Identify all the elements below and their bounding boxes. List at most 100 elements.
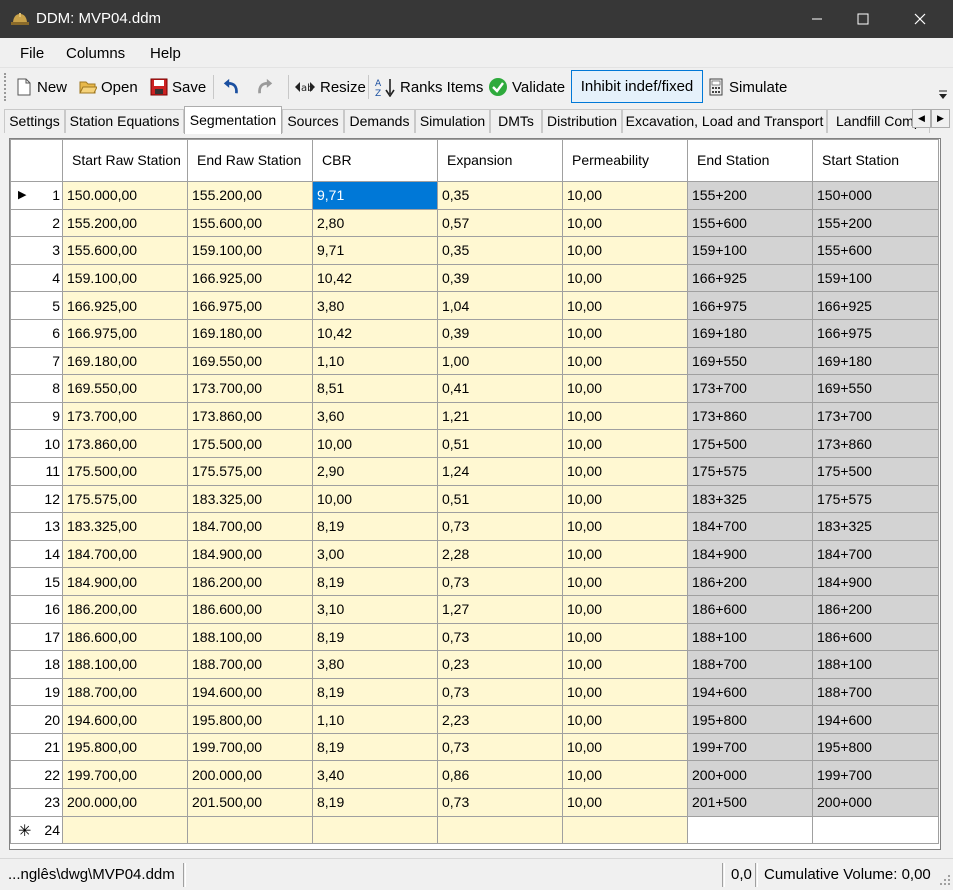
tab-simulation[interactable]: Simulation xyxy=(415,109,490,133)
minimize-button[interactable] xyxy=(794,0,840,38)
row-header-cell[interactable]: 15 xyxy=(10,567,63,596)
cell-cbr[interactable]: 3,00 xyxy=(312,539,438,569)
cell-cbr[interactable]: 1,10 xyxy=(312,705,438,734)
cell-start-raw-station[interactable]: 200.000,00 xyxy=(62,788,188,817)
cell-end-raw-station[interactable]: 166.925,00 xyxy=(187,263,313,293)
cell-cbr[interactable]: 8,19 xyxy=(312,567,438,596)
table-row[interactable]: 4 159.100,00 166.925,00 10,42 0,39 10,00 166+9… xyxy=(10,263,939,293)
cell-permeability[interactable]: 10,00 xyxy=(562,677,688,707)
cell-start-raw-station[interactable]: 166.925,00 xyxy=(62,291,188,320)
cell-permeability[interactable]: 10,00 xyxy=(562,181,688,210)
cell-permeability[interactable]: 10,00 xyxy=(562,429,688,458)
cell-expansion[interactable]: 0,73 xyxy=(437,788,563,817)
cell-expansion[interactable] xyxy=(437,815,563,845)
table-row[interactable]: 20 194.600,00 195.800,00 1,10 2,23 10,00 195+8… xyxy=(10,705,939,734)
column-header-end-raw-station[interactable]: End Raw Station xyxy=(187,139,313,182)
tab-scroll-left-button[interactable]: ◀ xyxy=(912,109,931,128)
menu-file[interactable]: File xyxy=(20,45,44,62)
row-header-cell[interactable]: 6 xyxy=(10,318,63,348)
tab-settings[interactable]: Settings xyxy=(4,109,65,133)
menu-help[interactable]: Help xyxy=(150,45,181,62)
cell-cbr[interactable]: 8,19 xyxy=(312,677,438,707)
cell-expansion[interactable]: 2,23 xyxy=(437,705,563,734)
row-header-cell[interactable]: 7 xyxy=(10,346,63,376)
cell-expansion[interactable]: 0,73 xyxy=(437,567,563,596)
cell-end-raw-station[interactable]: 173.700,00 xyxy=(187,374,313,403)
cell-permeability[interactable]: 10,00 xyxy=(562,594,688,624)
cell-expansion[interactable]: 0,73 xyxy=(437,677,563,707)
cell-start-raw-station[interactable]: 184.900,00 xyxy=(62,567,188,596)
row-header-cell[interactable]: ✳ 24 xyxy=(10,815,63,845)
row-header-cell[interactable]: 23 xyxy=(10,788,63,817)
cell-cbr[interactable]: 10,00 xyxy=(312,429,438,458)
cell-cbr[interactable]: 8,19 xyxy=(312,788,438,817)
row-header-cell[interactable]: 9 xyxy=(10,401,63,431)
cell-start-raw-station[interactable]: 175.500,00 xyxy=(62,456,188,486)
cell-start-raw-station[interactable]: 184.700,00 xyxy=(62,539,188,569)
table-row[interactable]: 5 166.925,00 166.975,00 3,80 1,04 10,00 166+97… xyxy=(10,291,939,320)
tab-dmts[interactable]: DMTs xyxy=(490,109,542,133)
cell-expansion[interactable]: 0,35 xyxy=(437,181,563,210)
cell-start-raw-station[interactable]: 159.100,00 xyxy=(62,263,188,293)
row-header-cell[interactable]: 18 xyxy=(10,650,63,679)
corner-header-cell[interactable] xyxy=(10,139,63,182)
cell-start-raw-station[interactable]: 194.600,00 xyxy=(62,705,188,734)
tab-scroll-right-button[interactable]: ▶ xyxy=(931,109,950,128)
cell-end-raw-station[interactable]: 155.200,00 xyxy=(187,181,313,210)
cell-permeability[interactable]: 10,00 xyxy=(562,732,688,762)
table-row[interactable]: 10 173.860,00 175.500,00 10,00 0,51 10,00 175+… xyxy=(10,429,939,458)
table-row[interactable]: 22 199.700,00 200.000,00 3,40 0,86 10,00 200+0… xyxy=(10,760,939,790)
cell-cbr[interactable]: 10,00 xyxy=(312,484,438,514)
cell-end-raw-station[interactable]: 186.600,00 xyxy=(187,594,313,624)
cell-permeability[interactable]: 10,00 xyxy=(562,484,688,514)
cell-expansion[interactable]: 1,27 xyxy=(437,594,563,624)
tab-distribution[interactable]: Distribution xyxy=(542,109,622,133)
cell-start-raw-station[interactable]: 199.700,00 xyxy=(62,760,188,790)
cell-permeability[interactable]: 10,00 xyxy=(562,622,688,652)
cell-end-raw-station[interactable]: 195.800,00 xyxy=(187,705,313,734)
table-row[interactable]: 16 186.200,00 186.600,00 3,10 1,27 10,00 186+6… xyxy=(10,594,939,624)
cell-cbr[interactable]: 3,80 xyxy=(312,650,438,679)
column-header-end-station[interactable]: End Station xyxy=(687,139,813,182)
cell-expansion[interactable]: 1,04 xyxy=(437,291,563,320)
table-row[interactable]: 18 188.100,00 188.700,00 3,80 0,23 10,00 188+7… xyxy=(10,650,939,679)
ranks-items-button[interactable]: AZ Ranks Items xyxy=(374,74,483,100)
cell-expansion[interactable]: 0,73 xyxy=(437,622,563,652)
simulate-button[interactable]: Simulate xyxy=(707,74,787,100)
row-header-cell[interactable]: 22 xyxy=(10,760,63,790)
undo-button[interactable] xyxy=(222,74,244,100)
cell-end-raw-station[interactable]: 175.575,00 xyxy=(187,456,313,486)
cell-cbr[interactable]: 2,80 xyxy=(312,208,438,238)
cell-expansion[interactable]: 0,51 xyxy=(437,429,563,458)
save-button[interactable]: Save xyxy=(150,74,206,100)
cell-end-raw-station[interactable] xyxy=(187,815,313,845)
row-header-cell[interactable]: 10 xyxy=(10,429,63,458)
cell-end-raw-station[interactable]: 186.200,00 xyxy=(187,567,313,596)
table-row[interactable]: 13 183.325,00 184.700,00 8,19 0,73 10,00 184+7… xyxy=(10,512,939,541)
cell-start-raw-station[interactable]: 186.200,00 xyxy=(62,594,188,624)
cell-cbr[interactable]: 8,19 xyxy=(312,622,438,652)
cell-end-raw-station[interactable]: 188.100,00 xyxy=(187,622,313,652)
cell-permeability[interactable]: 10,00 xyxy=(562,401,688,431)
new-button[interactable]: New xyxy=(15,74,67,100)
cell-end-raw-station[interactable]: 199.700,00 xyxy=(187,732,313,762)
resize-button[interactable]: ab Resize xyxy=(294,74,366,100)
cell-expansion[interactable]: 2,28 xyxy=(437,539,563,569)
cell-start-raw-station[interactable]: 169.550,00 xyxy=(62,374,188,403)
row-header-cell[interactable]: ▶ 1 xyxy=(10,181,63,210)
cell-cbr[interactable]: 10,42 xyxy=(312,263,438,293)
validate-button[interactable]: Validate xyxy=(488,74,565,100)
cell-permeability[interactable]: 10,00 xyxy=(562,236,688,265)
table-row[interactable]: 2 155.200,00 155.600,00 2,80 0,57 10,00 155+60… xyxy=(10,208,939,238)
row-header-cell[interactable]: 19 xyxy=(10,677,63,707)
row-header-cell[interactable]: 16 xyxy=(10,594,63,624)
cell-end-raw-station[interactable]: 201.500,00 xyxy=(187,788,313,817)
tab-excavation-load-transport[interactable]: Excavation, Load and Transport xyxy=(622,109,827,133)
toolbar-grip[interactable] xyxy=(4,73,7,101)
table-row[interactable]: ▶ 1 150.000,00 155.200,00 9,71 0,35 10,00 155+2… xyxy=(10,181,939,210)
cell-permeability[interactable]: 10,00 xyxy=(562,456,688,486)
cell-cbr[interactable]: 1,10 xyxy=(312,346,438,376)
toolbar-overflow-icon[interactable] xyxy=(937,89,949,103)
cell-cbr[interactable]: 9,71 xyxy=(312,181,438,210)
row-header-cell[interactable]: 17 xyxy=(10,622,63,652)
